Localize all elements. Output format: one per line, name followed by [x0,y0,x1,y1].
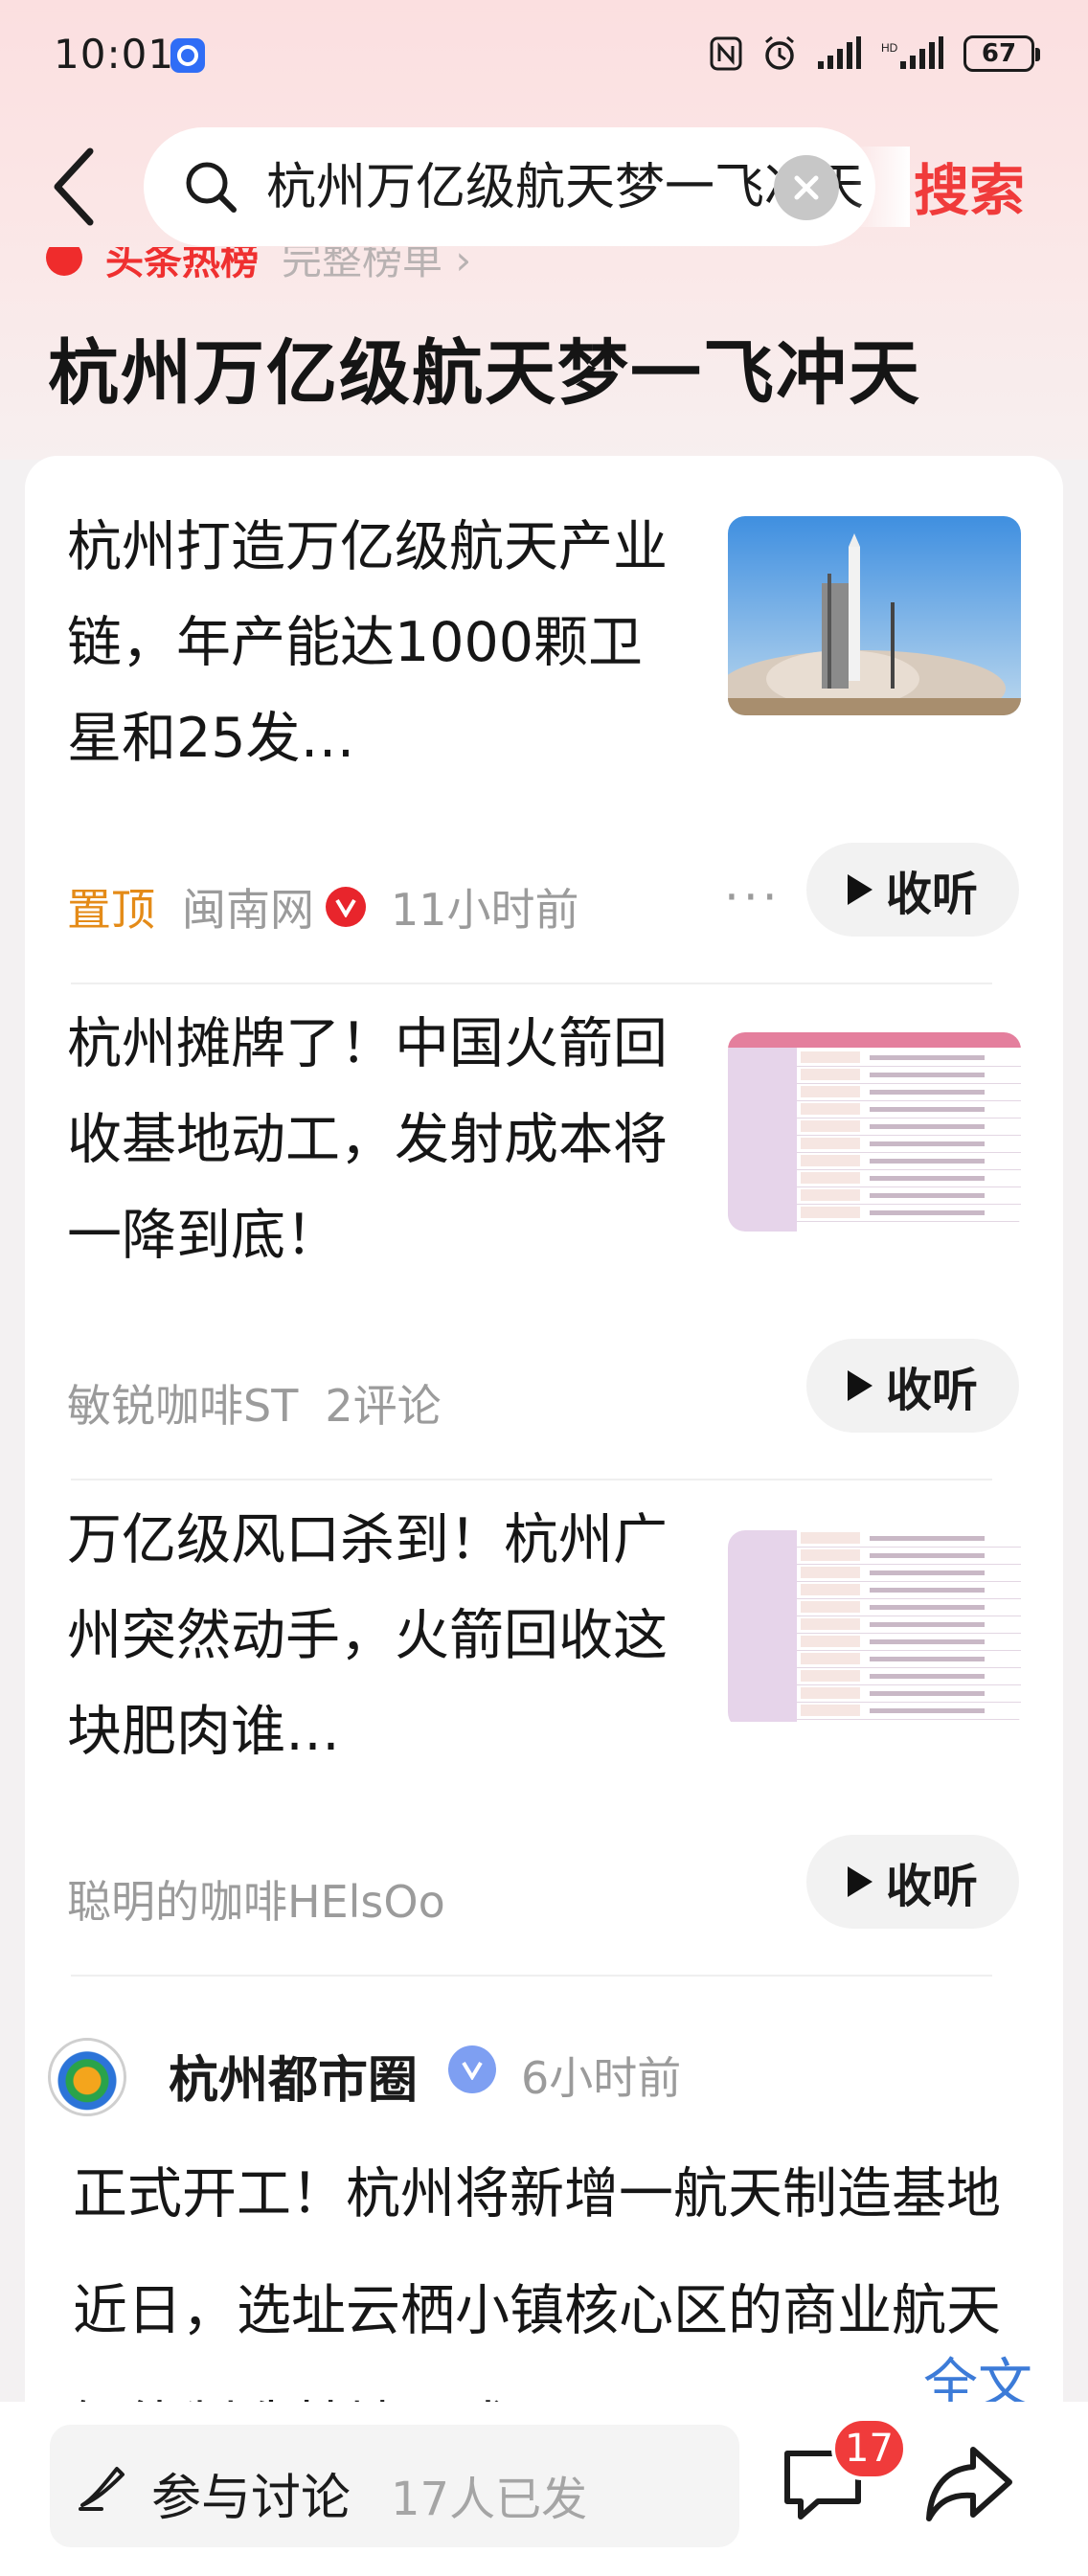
verified-icon [448,2045,496,2093]
svg-text:HD: HD [881,41,898,55]
article-meta: 聪明的咖啡HElsOo [67,1867,445,1931]
page-title: 杭州万亿级航天梦一飞冲天 [48,332,921,415]
divider [71,983,992,984]
discuss-input[interactable]: 参与讨论 17人已发 [50,2425,739,2547]
discuss-count: 17人已发 [391,2473,588,2526]
article-title[interactable]: 杭州打造万亿级航天产业链，年产能达1000颗卫星和25发… [67,499,670,786]
pinned-label: 置顶 [67,884,155,936]
search-input[interactable]: 杭州万亿级航天梦一飞冲天 [144,127,910,246]
alarm-icon [765,35,794,70]
pen-icon [79,2467,125,2511]
close-icon [794,175,819,200]
search-fade [852,147,910,227]
article-source[interactable]: 敏锐咖啡ST [67,1371,298,1435]
article-title[interactable]: 万亿级风口杀到！杭州广州突然动手，火箭回收这块肥肉谁… [67,1492,670,1779]
discuss-label: 参与讨论 [151,2470,351,2527]
listen-button[interactable]: 收听 [806,1835,1019,1929]
article-title[interactable]: 杭州摊牌了！中国火箭回收基地动工，发射成本将一降到底！ [67,996,670,1283]
search-button[interactable]: 搜索 [914,146,1025,226]
article-time: 11小时前 [391,884,579,936]
app-notification-icon [170,38,205,73]
signal-icon-2: HD [881,36,943,69]
hot-list-label: 头条热榜 [105,247,259,283]
search-icon [186,162,237,213]
listen-label: 收听 [885,1860,978,1913]
nfc-icon [710,36,742,71]
listen-label: 收听 [885,868,978,921]
listen-button[interactable]: 收听 [806,1339,1019,1433]
article-comments: 2评论 [325,1380,442,1432]
listen-label: 收听 [885,1364,978,1417]
play-icon [847,1866,873,1897]
article-thumbnail[interactable] [728,516,1021,715]
hot-list-link[interactable]: 头条热榜 完整榜单 › [46,247,716,295]
battery-indicator: 67 [963,35,1040,72]
avatar[interactable] [48,2038,126,2116]
article-thumbnail[interactable] [728,1530,1021,1729]
comment-count-badge: 17 [831,2417,907,2480]
full-list-link[interactable]: 完整榜单 › [282,247,471,286]
divider [71,1975,992,1977]
rocket-launch-image [728,516,1021,715]
more-options-icon[interactable]: ··· [724,870,782,925]
battery-level: 67 [981,39,1017,68]
listen-button[interactable]: 收听 [806,843,1019,937]
play-icon [847,874,873,905]
divider [71,1479,992,1480]
verified-icon [326,887,366,927]
bottom-bar: 参与讨论 17人已发 17 [0,2402,1088,2576]
post-time: 6小时前 [521,2052,682,2104]
article-meta: 置顶 闽南网 11小时前 [67,875,579,938]
back-arrow-icon[interactable] [48,144,105,230]
article-source[interactable]: 闽南网 [182,875,314,938]
hot-list-icon [46,247,82,276]
aerospace-table-image [728,1530,1021,1729]
post-body[interactable]: 正式开工！杭州将新增一航天制造基地近日，选址云栖小镇核心区的商业航天智能制造基地… [73,2135,1021,2413]
clear-search-button[interactable] [774,155,839,220]
status-time: 10:01 [54,31,175,78]
post-author[interactable]: 杭州都市圈 [169,2040,418,2112]
play-icon [847,1370,873,1401]
article-thumbnail[interactable] [728,1032,1021,1232]
article-source[interactable]: 聪明的咖啡HElsOo [67,1867,445,1931]
article-meta: 敏锐咖啡ST 2评论 [67,1371,442,1435]
status-icons: HD 67 [709,34,1040,73]
status-bar: 10:01 HD 67 [0,0,1088,110]
signal-icon [818,36,861,69]
aerospace-table-image [728,1032,1021,1232]
share-icon[interactable] [923,2440,1015,2526]
